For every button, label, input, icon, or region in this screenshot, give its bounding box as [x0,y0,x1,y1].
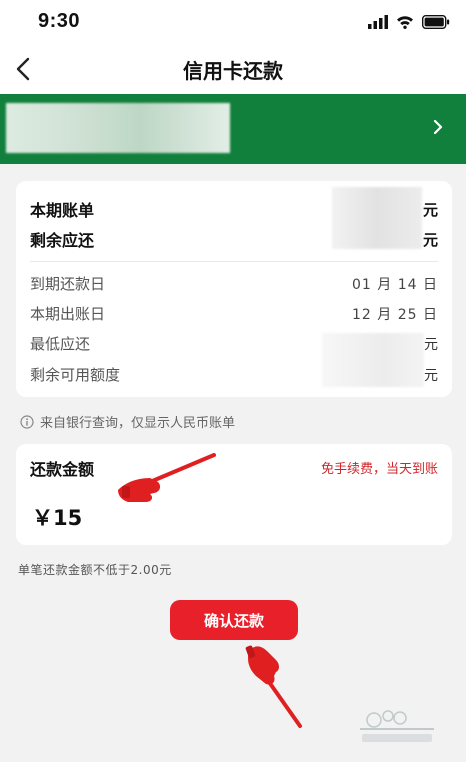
battery-icon [422,15,450,29]
remaining-due-unit: 元 [422,230,438,249]
divider [30,261,438,262]
amount-input[interactable]: ￥15 [32,502,82,532]
status-time: 9:30 [38,10,81,32]
status-bar: 9:30 [0,0,466,44]
signal-icon [368,15,388,29]
card-selector[interactable] [0,94,466,164]
minimum-due-label: 最低应还 [30,335,91,353]
remaining-due-label: 剩余应还 [30,231,95,250]
due-date-value: 01 月 14 日 [352,276,438,293]
due-date-label: 到期还款日 [30,275,106,293]
statement-date-row: 本期出账日 12 月 25 日 [30,303,438,324]
watermark-logo [360,710,434,742]
statement-date-value: 12 月 25 日 [352,306,438,323]
amount-label: 还款金额 [30,460,95,479]
masked-credit-amount [322,333,424,387]
notice-text: 来自银行查询，仅显示人民币账单 [40,416,236,431]
chevron-right-icon [433,119,443,135]
available-credit-unit: 元 [424,367,438,384]
masked-card-info [6,103,230,153]
info-icon [20,414,34,429]
minimum-amount-note: 单笔还款金额不低于2.00元 [18,563,172,577]
bank-query-notice: 来自银行查询，仅显示人民币账单 [20,412,235,431]
status-icons [368,12,450,32]
repay-amount-card: 还款金额 免手续费，当天到账 ￥15 [16,444,452,545]
minimum-due-unit: 元 [424,336,438,353]
masked-amount [332,187,422,249]
nav-bar: 信用卡还款 [0,44,466,94]
fee-note: 免手续费，当天到账 [320,462,438,477]
current-bill-unit: 元 [422,200,438,219]
confirm-repay-button[interactable]: 确认还款 [170,600,298,640]
due-date-row: 到期还款日 01 月 14 日 [30,273,438,294]
current-bill-label: 本期账单 [30,201,95,220]
bill-card: 本期账单 元 剩余应还 元 到期还款日 01 月 14 日 本期出账日 12 月… [16,181,452,397]
page-title: 信用卡还款 [183,59,283,83]
wifi-icon [397,16,413,29]
statement-date-label: 本期出账日 [30,305,106,323]
available-credit-label: 剩余可用额度 [30,366,121,384]
